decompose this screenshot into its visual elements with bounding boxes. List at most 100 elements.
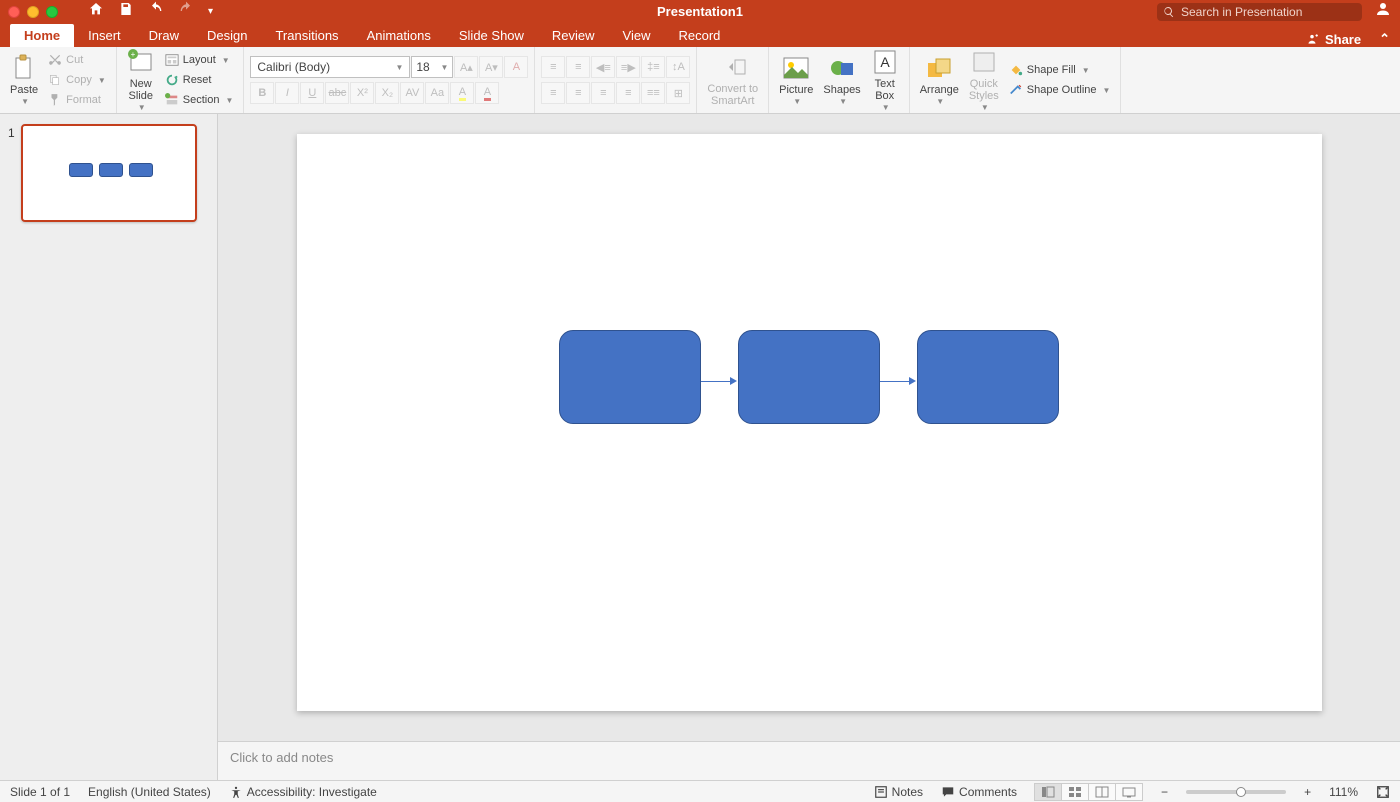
smartart-group: Convert to SmartArt — [697, 47, 769, 113]
slides-group: + New Slide ▼ Layout▼ Reset Section▼ — [117, 47, 245, 113]
increase-font-button[interactable]: A▴ — [454, 56, 478, 78]
comments-toggle-button[interactable]: Comments — [941, 785, 1017, 799]
reading-view-button[interactable] — [1088, 783, 1116, 801]
justify-button[interactable]: ≡ — [616, 82, 640, 104]
slideshow-view-button[interactable] — [1115, 783, 1143, 801]
tab-slideshow[interactable]: Slide Show — [445, 24, 538, 47]
notes-pane[interactable]: Click to add notes — [218, 741, 1400, 780]
rounded-rectangle-shape[interactable] — [559, 330, 701, 424]
share-button[interactable]: Share ⌃ — [1305, 31, 1390, 47]
tab-review[interactable]: Review — [538, 24, 609, 47]
fit-to-window-button[interactable] — [1376, 785, 1390, 799]
zoom-level[interactable]: 111% — [1329, 785, 1358, 799]
tab-design[interactable]: Design — [193, 24, 261, 47]
accessibility-button[interactable]: Accessibility: Investigate — [229, 785, 377, 799]
new-slide-button[interactable]: + New Slide ▼ — [123, 46, 159, 115]
tab-view[interactable]: View — [609, 24, 665, 47]
increase-indent-button[interactable]: ≡▶ — [616, 56, 640, 78]
cut-button[interactable]: Cut — [44, 51, 110, 70]
char-spacing-button[interactable]: AV — [400, 82, 424, 104]
paste-button[interactable]: Paste ▼ — [6, 52, 42, 109]
thumbnail-pane[interactable]: 1 — [0, 114, 218, 780]
rounded-rectangle-shape[interactable] — [738, 330, 880, 424]
minimize-window-button[interactable] — [27, 6, 39, 18]
arrange-button[interactable]: Arrange▼ — [916, 52, 963, 109]
zoom-in-button[interactable]: + — [1304, 785, 1311, 799]
slide-thumbnail-1[interactable]: 1 — [8, 124, 209, 222]
bold-button[interactable]: B — [250, 82, 274, 104]
zoom-out-button[interactable]: − — [1161, 785, 1168, 799]
connector-arrow[interactable] — [701, 376, 737, 386]
user-account-icon[interactable] — [1374, 0, 1392, 23]
thumbnail-preview[interactable] — [21, 124, 197, 222]
align-right-button[interactable]: ≡ — [591, 82, 615, 104]
quick-access-toolbar: ▾ — [88, 1, 213, 22]
superscript-button[interactable]: X² — [350, 82, 374, 104]
clear-formatting-button[interactable]: A — [504, 56, 528, 78]
align-text-button[interactable]: ⊞ — [666, 82, 690, 104]
connector-arrow[interactable] — [880, 376, 916, 386]
copy-button[interactable]: Copy▼ — [44, 71, 110, 90]
canvas-scroll[interactable] — [218, 114, 1400, 741]
redo-icon[interactable] — [178, 1, 194, 22]
home-icon[interactable] — [88, 1, 104, 22]
qat-dropdown-icon[interactable]: ▾ — [208, 6, 213, 17]
strike-button[interactable]: abc — [325, 82, 349, 104]
line-spacing-button[interactable]: ‡≡ — [641, 56, 665, 78]
font-size-select[interactable]: 18▼ — [411, 56, 453, 78]
decrease-font-button[interactable]: A▾ — [479, 56, 503, 78]
picture-button[interactable]: Picture▼ — [775, 52, 817, 109]
shape-fill-button[interactable]: Shape Fill▼ — [1005, 61, 1115, 80]
status-bar: Slide 1 of 1 English (United States) Acc… — [0, 780, 1400, 802]
save-icon[interactable] — [118, 1, 134, 22]
section-button[interactable]: Section▼ — [161, 91, 238, 110]
slide-counter[interactable]: Slide 1 of 1 — [10, 785, 70, 799]
window-controls — [8, 6, 58, 18]
slide-sorter-view-button[interactable] — [1061, 783, 1089, 801]
language-indicator[interactable]: English (United States) — [88, 785, 211, 799]
zoom-slider[interactable] — [1186, 790, 1286, 794]
tab-draw[interactable]: Draw — [135, 24, 193, 47]
slide-canvas[interactable] — [297, 134, 1322, 711]
font-color-button[interactable]: A — [475, 82, 499, 104]
paragraph-group: ≡ ≡ ◀≡ ≡▶ ‡≡ ↕A ≡ ≡ ≡ ≡ ≡≡ ⊞ — [535, 47, 697, 113]
tab-animations[interactable]: Animations — [353, 24, 445, 47]
format-painter-button[interactable]: Format — [44, 91, 110, 110]
reset-button[interactable]: Reset — [161, 71, 238, 90]
normal-view-button[interactable] — [1034, 783, 1062, 801]
align-center-button[interactable]: ≡ — [566, 82, 590, 104]
rounded-rectangle-shape[interactable] — [917, 330, 1059, 424]
shapes-button[interactable]: Shapes▼ — [819, 52, 864, 109]
italic-button[interactable]: I — [275, 82, 299, 104]
quick-styles-button[interactable]: Quick Styles▼ — [965, 46, 1003, 115]
underline-button[interactable]: U — [300, 82, 324, 104]
notes-toggle-button[interactable]: Notes — [874, 785, 923, 799]
font-group: Calibri (Body)▼ 18▼ A▴ A▾ A B I U abc X²… — [244, 47, 535, 113]
columns-button[interactable]: ≡≡ — [641, 82, 665, 104]
view-mode-buttons — [1035, 783, 1143, 801]
tab-insert[interactable]: Insert — [74, 24, 135, 47]
numbering-button[interactable]: ≡ — [566, 56, 590, 78]
arrange-group: Arrange▼ Quick Styles▼ Shape Fill▼ Shape… — [910, 47, 1122, 113]
shape-outline-button[interactable]: Shape Outline▼ — [1005, 81, 1115, 100]
decrease-indent-button[interactable]: ◀≡ — [591, 56, 615, 78]
textbox-button[interactable]: A Text Box▼ — [867, 46, 903, 115]
text-direction-button[interactable]: ↕A — [666, 56, 690, 78]
font-name-select[interactable]: Calibri (Body)▼ — [250, 56, 410, 78]
close-window-button[interactable] — [8, 6, 20, 18]
change-case-button[interactable]: Aa — [425, 82, 449, 104]
maximize-window-button[interactable] — [46, 6, 58, 18]
highlight-button[interactable]: A — [450, 82, 474, 104]
bullets-button[interactable]: ≡ — [541, 56, 565, 78]
subscript-button[interactable]: X₂ — [375, 82, 399, 104]
layout-button[interactable]: Layout▼ — [161, 51, 238, 70]
tab-home[interactable]: Home — [10, 24, 74, 47]
convert-smartart-button[interactable]: Convert to SmartArt — [703, 51, 762, 109]
undo-icon[interactable] — [148, 1, 164, 22]
align-left-button[interactable]: ≡ — [541, 82, 565, 104]
tab-record[interactable]: Record — [665, 24, 735, 47]
collapse-ribbon-icon[interactable]: ⌃ — [1379, 31, 1390, 47]
tab-transitions[interactable]: Transitions — [261, 24, 352, 47]
share-icon — [1305, 32, 1319, 46]
search-input[interactable]: Search in Presentation — [1157, 3, 1362, 21]
